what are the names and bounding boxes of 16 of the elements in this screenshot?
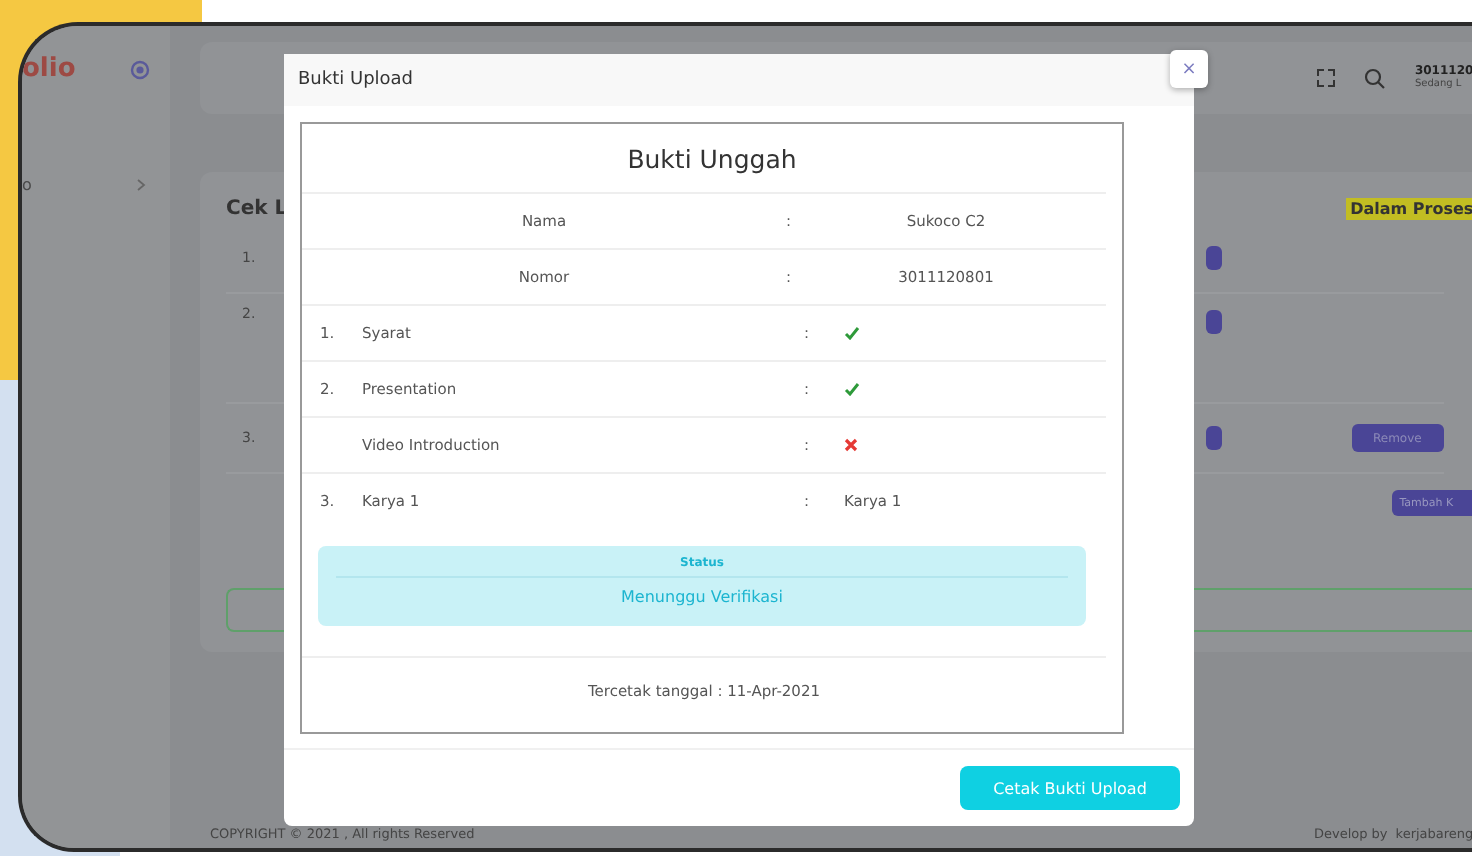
fullscreen-icon xyxy=(1316,68,1337,88)
logo-text: olio xyxy=(22,54,76,84)
button[interactable] xyxy=(1205,246,1222,270)
print-button[interactable]: Cetak Bukti Upload xyxy=(960,766,1180,810)
search-icon xyxy=(1364,67,1387,89)
sidebar-item[interactable]: o xyxy=(22,176,170,194)
status-text: Menunggu Verifikasi xyxy=(621,588,783,606)
sidebar-item-label: o xyxy=(22,176,32,194)
document-title: Bukti Unggah xyxy=(625,141,799,178)
chevron-right-icon xyxy=(136,178,146,192)
button[interactable] xyxy=(1205,310,1222,334)
close-button[interactable]: × xyxy=(1170,50,1208,88)
modal-title: Bukti Upload xyxy=(298,70,414,90)
button[interactable] xyxy=(1205,426,1222,450)
target-icon xyxy=(130,59,150,79)
status-badge: Dalam Proses xyxy=(1346,197,1472,219)
